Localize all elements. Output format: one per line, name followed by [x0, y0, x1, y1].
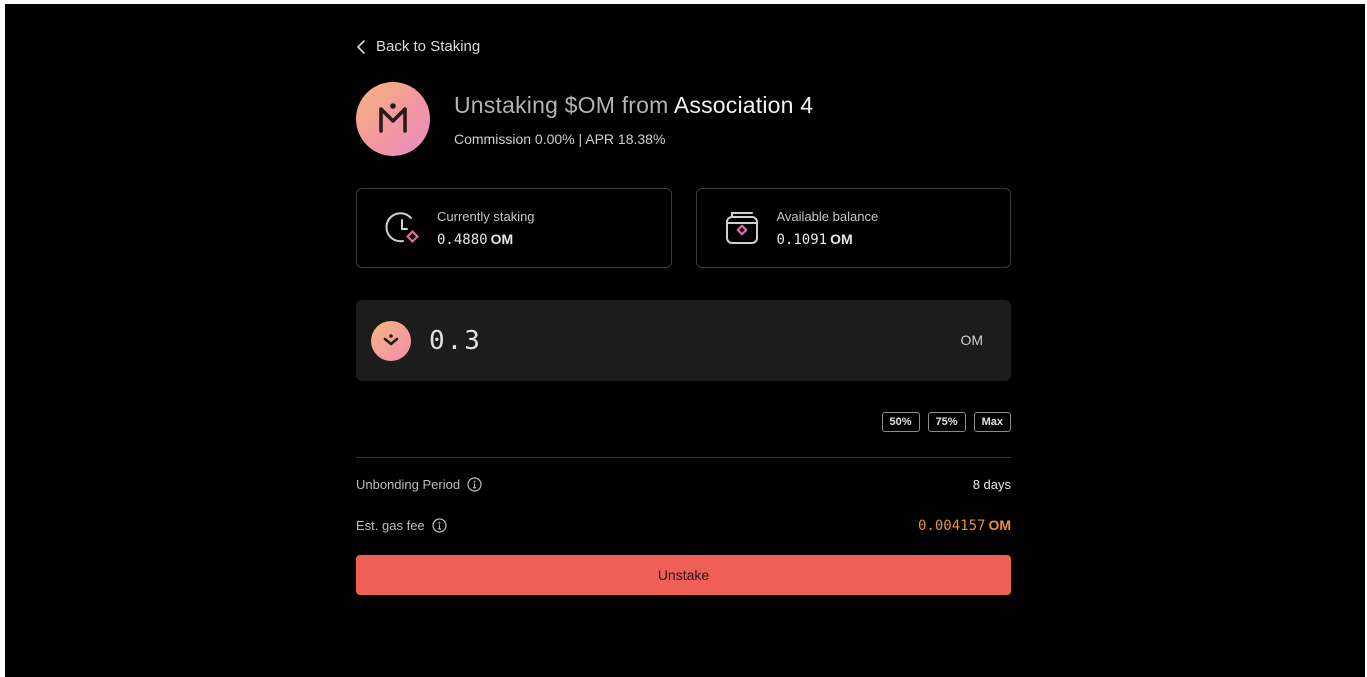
page-title: Unstaking $OM from Association 4 [454, 92, 813, 119]
amount-input[interactable] [429, 325, 909, 356]
available-balance-label: Available balance [776, 208, 879, 224]
app-screen: Back to Staking Unstaking $OM from Assoc… [5, 4, 1365, 677]
unstake-panel: Back to Staking Unstaking $OM from Assoc… [356, 4, 1011, 677]
amount-unit: OM [960, 332, 983, 348]
back-label: Back to Staking [376, 38, 481, 55]
clock-stake-icon [381, 207, 423, 249]
currently-staking-value: 0.4880 OM [437, 231, 535, 248]
divider [356, 457, 1011, 458]
unstake-amount-box[interactable]: OM [356, 300, 1011, 381]
available-balance-card: Available balance 0.1091 OM [695, 188, 1011, 268]
gas-fee-value: 0.004157 OM [918, 517, 1011, 534]
available-balance-value: 0.1091 OM [777, 231, 879, 248]
mantra-logo-icon [356, 82, 430, 156]
back-to-staking-link[interactable]: Back to Staking [356, 38, 480, 55]
gas-fee-amount: 0.004157 [918, 518, 986, 534]
max-button[interactable]: Max [973, 412, 1011, 432]
wallet-icon [721, 207, 763, 249]
unbonding-period-value: 8 days [972, 477, 1011, 492]
gas-fee-label: Est. gas fee [356, 518, 425, 533]
gas-fee-unit: OM [988, 517, 1011, 533]
balance-cards: Currently staking 0.4880 OM Available bal… [356, 188, 1011, 268]
gas-fee-row: Est. gas fee 0.004157 OM [356, 517, 1011, 534]
unbonding-period-row: Unbonding Period 8 days [356, 477, 1011, 492]
info-icon[interactable] [467, 477, 482, 492]
validator-stats: Commission 0.00% | APR 18.38% [454, 130, 666, 147]
currently-staking-unit: OM [490, 230, 514, 247]
percent-buttons: 50% 75% Max [881, 412, 1011, 432]
validator-header: Unstaking $OM from Association 4 Commiss… [356, 82, 813, 156]
available-balance-unit: OM [830, 230, 853, 247]
percent-50-button[interactable]: 50% [881, 412, 920, 432]
currently-staking-amount: 0.4880 [437, 231, 488, 248]
info-icon[interactable] [432, 518, 447, 533]
currently-staking-label: Currently staking [437, 208, 535, 224]
available-balance-amount: 0.1091 [776, 231, 828, 248]
percent-75-button[interactable]: 75% [927, 412, 966, 432]
unbonding-period-label: Unbonding Period [356, 477, 461, 492]
title-prefix: Unstaking $OM from [454, 91, 674, 118]
currently-staking-card: Currently staking 0.4880 OM [356, 188, 672, 268]
unstake-button[interactable]: Unstake [356, 555, 1011, 595]
om-token-icon [371, 320, 411, 361]
validator-name: Association 4 [673, 91, 814, 118]
chevron-left-icon [356, 39, 366, 54]
